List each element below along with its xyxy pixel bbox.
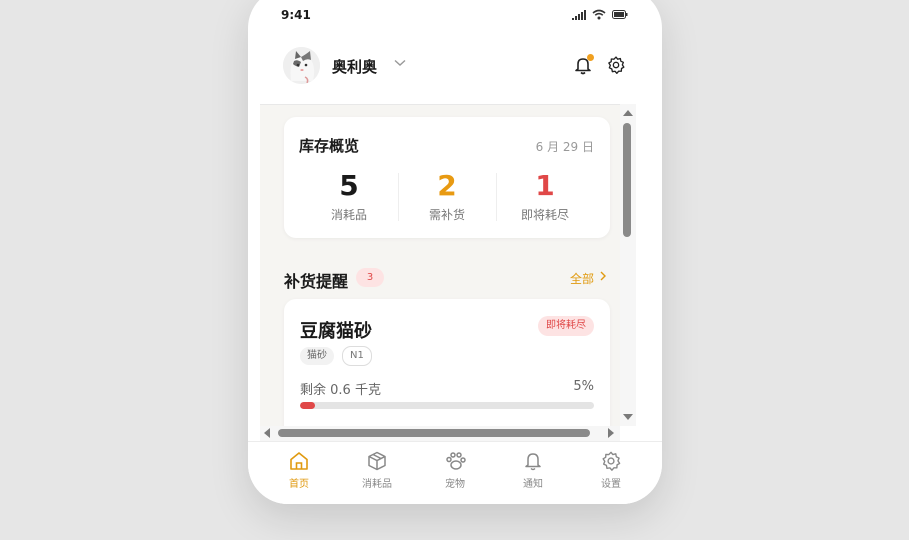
signal-icon [572,9,586,20]
stat-need-restock[interactable]: 2 需补货 [398,169,496,223]
stat-label: 消耗品 [330,208,367,222]
wifi-icon [592,9,606,20]
bottom-tab-bar: 首页 消耗品 宠物 通知 设置 [248,441,662,504]
item-percent: 5% [573,379,594,394]
app-header: 奥利奥 [248,36,662,92]
tab-consumables[interactable]: 消耗品 [338,442,416,490]
notification-dot [587,54,594,61]
phone-frame: 9:41 奥利奥 库存概览 6 月 29 日 5 消耗品 2 需补货 1 即将耗… [248,0,662,504]
scroll-right-arrow-icon[interactable] [608,428,614,438]
chevron-down-icon[interactable] [394,59,406,67]
horizontal-scrollbar[interactable] [260,426,620,441]
scroll-down-arrow-icon[interactable] [623,414,633,420]
pet-avatar[interactable] [283,47,320,84]
tab-home[interactable]: 首页 [260,442,338,490]
stat-consumables[interactable]: 5 消耗品 [300,169,398,223]
tab-settings[interactable]: 设置 [572,442,650,490]
battery-icon [612,10,628,19]
gear-icon [602,451,621,471]
stat-value: 5 [339,169,359,202]
stat-value: 1 [535,169,555,202]
tab-label: 宠物 [445,479,465,490]
stat-running-out[interactable]: 1 即将耗尽 [496,169,594,223]
cat-avatar-icon [283,47,320,84]
item-category-tag: 猫砂 [300,347,334,365]
settings-gear-icon[interactable] [606,55,626,75]
status-bar: 9:41 [248,0,662,26]
stat-value: 2 [437,169,457,202]
paw-icon [446,452,466,470]
notification-button[interactable] [573,54,594,75]
scroll-up-arrow-icon[interactable] [623,110,633,116]
status-icons [572,9,628,20]
tab-label: 消耗品 [362,479,392,490]
item-name: 豆腐猫砂 [300,321,372,342]
tab-label: 通知 [523,479,543,490]
home-icon [290,452,308,470]
vertical-scroll-thumb[interactable] [623,123,631,237]
item-variant-tag: N1 [342,346,372,366]
tab-notifications[interactable]: 通知 [494,442,572,490]
view-all-link[interactable]: 全部 [570,270,594,287]
restock-item-card[interactable]: 豆腐猫砂 即将耗尽 猫砂 N1 剩余 0.6 千克 5% [284,299,610,442]
vertical-scrollbar[interactable] [620,104,636,426]
tab-label: 设置 [601,479,621,490]
inventory-overview-card: 库存概览 6 月 29 日 5 消耗品 2 需补货 1 即将耗尽 [284,117,610,238]
item-progress-fill [300,402,315,409]
horizontal-scroll-thumb[interactable] [278,429,590,437]
scroll-left-arrow-icon[interactable] [264,428,270,438]
item-remaining: 剩余 0.6 千克 [300,383,381,398]
box-icon [368,451,386,471]
stat-label: 需补货 [428,208,465,222]
pet-name[interactable]: 奥利奥 [332,56,377,77]
restock-section-title: 补货提醒 [284,272,349,291]
tab-pets[interactable]: 宠物 [416,442,494,490]
bell-icon [525,453,541,471]
item-progress-bar [300,402,594,409]
item-status-badge: 即将耗尽 [538,316,594,336]
chevron-right-icon[interactable] [599,271,607,281]
stat-label: 即将耗尽 [520,208,569,222]
main-content: 库存概览 6 月 29 日 5 消耗品 2 需补货 1 即将耗尽 补货提醒 3 … [260,104,620,442]
overview-date: 6 月 29 日 [535,140,594,154]
tab-label: 首页 [289,479,309,490]
restock-count-badge: 3 [356,268,384,287]
status-time: 9:41 [281,8,311,22]
overview-title: 库存概览 [299,137,360,155]
